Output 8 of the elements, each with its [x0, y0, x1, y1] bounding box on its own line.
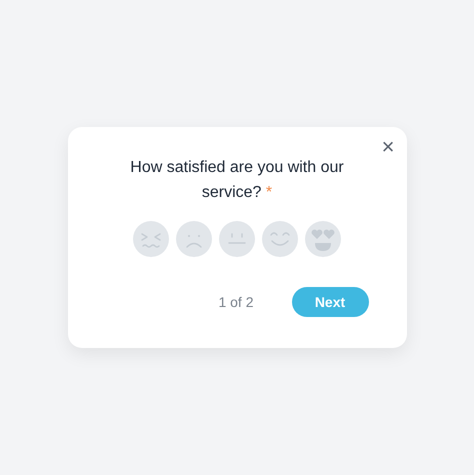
angry-face-icon[interactable] — [133, 221, 169, 257]
love-face-icon[interactable] — [305, 221, 341, 257]
happy-face-icon[interactable] — [262, 221, 298, 257]
sad-face-icon[interactable] — [176, 221, 212, 257]
page-indicator: 1 of 2 — [218, 294, 254, 310]
neutral-face-icon[interactable] — [219, 221, 255, 257]
question-text: How satisfied are you with our service? * — [129, 158, 345, 203]
close-button[interactable]: × — [382, 136, 394, 158]
